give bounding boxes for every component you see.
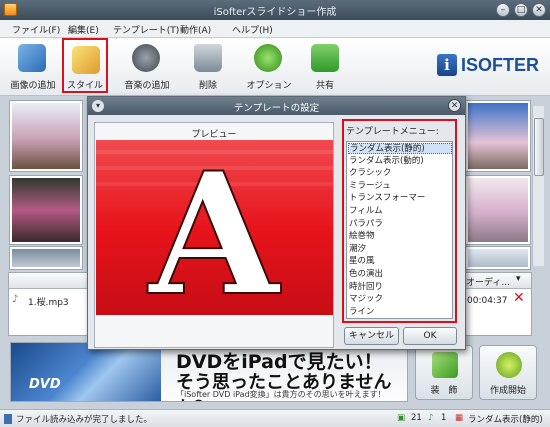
template-status-icon: ▦	[455, 413, 464, 423]
current-template: ランダム表示(静的)	[468, 415, 543, 425]
gear-icon	[254, 44, 282, 72]
preview-label: プレビュー	[191, 130, 237, 140]
preview-letter: A	[147, 140, 282, 315]
music-count-icon: ♪	[428, 413, 434, 423]
close-button[interactable]: ✕	[532, 3, 546, 17]
share-button[interactable]: 共有	[297, 38, 353, 94]
image-count-icon: ▣	[397, 413, 406, 423]
menu-edit[interactable]: 編集(E)	[68, 23, 99, 36]
title-bar: iSofterスライドショー作成 – □ ✕	[0, 0, 550, 20]
photo-thumbnail[interactable]	[466, 247, 530, 269]
template-item[interactable]: 時計回り	[348, 282, 452, 293]
minimize-button[interactable]: –	[496, 3, 510, 17]
scrollbar-thumb[interactable]	[534, 118, 544, 176]
template-item[interactable]: マジック	[348, 294, 452, 305]
style-label: スタイル	[66, 81, 103, 91]
delete-button[interactable]: 削除	[180, 38, 236, 94]
logo-mark: i	[437, 54, 457, 76]
template-item[interactable]: 星の風	[348, 256, 452, 267]
trash-icon	[194, 44, 222, 72]
options-button[interactable]: オプション	[240, 38, 298, 94]
ad-banner[interactable]: DVD DVDをiPadで見たい！ そう思ったことありませんか？ 「iSofte…	[10, 342, 408, 402]
share-label: 共有	[315, 81, 334, 91]
template-item[interactable]: 潮汐	[348, 244, 452, 255]
dialog-close-icon[interactable]: ✕	[448, 99, 461, 112]
photo-thumbnail[interactable]	[466, 101, 530, 171]
start-create-button[interactable]: 作成開始	[479, 345, 537, 400]
template-list[interactable]: ランダム表示(静的) ランダム表示(動的) クラシックミラージュ トランスフォーマーフ…	[346, 141, 453, 319]
status-message: ファイル読み込みが完了しました。	[16, 415, 153, 425]
start-icon	[496, 352, 522, 378]
photo-thumbnail[interactable]	[466, 176, 530, 244]
template-preview: A	[96, 140, 333, 315]
ok-button[interactable]: OK	[403, 327, 457, 345]
menu-help[interactable]: ヘルプ(H)	[232, 23, 273, 36]
template-menu-panel: テンプレートメニュー: ランダム表示(静的) ランダム表示(動的) クラシックミラー…	[342, 119, 457, 323]
style-icon	[72, 46, 100, 74]
add-music-label: 音楽の追加	[124, 81, 170, 91]
menu-template[interactable]: テンプレート(T)	[113, 23, 179, 36]
column-dropdown-icon[interactable]: ▾	[516, 274, 521, 284]
maximize-button[interactable]: □	[514, 3, 528, 17]
toolbar: 画像の追加 スタイル 音楽の追加 削除 オプション 共有 i ISOFTER	[0, 38, 550, 96]
music-count: 1	[441, 413, 447, 423]
photo-thumbnail[interactable]	[10, 101, 82, 171]
banner-line-3: 「iSofter DVD iPad変換」は貴方のその思いを叶えます！	[176, 390, 386, 399]
preview-graphic: A	[96, 140, 333, 315]
status-bar: ファイル読み込みが完了しました。 ▣ 21 ♪ 1 ▦ ランダム表示(静的)	[0, 409, 550, 427]
image-count: 21	[411, 413, 422, 423]
template-item[interactable]: 色の演出	[348, 269, 452, 280]
template-item[interactable]: 絵巻物	[348, 231, 452, 242]
start-label: 作成開始	[489, 386, 526, 396]
photo-thumbnail[interactable]	[10, 176, 82, 244]
menu-bar: ファイル(F) 編集(E) テンプレート(T) 動作(A) ヘルプ(H)	[0, 20, 550, 38]
dialog-title: テンプレートの設定	[233, 103, 320, 114]
menu-action[interactable]: 動作(A)	[180, 23, 211, 36]
music-file-name: 1.桜.mp3	[28, 298, 69, 308]
style-button[interactable]: スタイル	[62, 38, 108, 93]
decorate-button[interactable]: 装 飾	[415, 345, 473, 400]
template-item[interactable]: フィルム	[348, 206, 452, 217]
music-add-icon	[132, 44, 160, 72]
image-add-icon	[18, 44, 46, 72]
template-settings-dialog: ▾ テンプレートの設定 ✕ プレビュー A テンプレートメニュー: ランダム表示…	[87, 96, 466, 350]
remove-music-icon[interactable]: ✕	[513, 290, 525, 306]
preview-panel: プレビュー A	[94, 122, 334, 348]
template-item[interactable]: パラパラ	[348, 219, 452, 230]
template-item[interactable]: ランダム表示(静的)	[348, 143, 452, 154]
template-item[interactable]: ランダム表示(動的)	[348, 156, 452, 167]
status-icon	[4, 414, 12, 424]
options-label: オプション	[246, 81, 292, 91]
template-menu-label: テンプレートメニュー:	[346, 127, 439, 137]
cancel-button[interactable]: キャンセル	[344, 327, 399, 345]
decorate-label: 装 飾	[430, 386, 458, 396]
template-item[interactable]: ミラージュ	[348, 181, 452, 192]
audio-column-header[interactable]: オーディ...	[466, 275, 510, 288]
decorate-icon	[432, 352, 458, 378]
dvd-ipad-image: DVD	[11, 343, 161, 401]
thumbnail-scrollbar[interactable]	[532, 106, 544, 266]
music-row[interactable]: ♪ 1.桜.mp3	[12, 294, 92, 308]
dialog-title-bar: ▾ テンプレートの設定 ✕	[88, 97, 465, 115]
music-duration: 00:04:37	[467, 296, 508, 306]
dvd-text: DVD	[29, 377, 61, 392]
menu-file[interactable]: ファイル(F)	[12, 23, 60, 36]
delete-label: 削除	[198, 81, 217, 91]
add-image-label: 画像の追加	[10, 81, 56, 91]
template-item[interactable]: クラシック	[348, 168, 452, 179]
share-icon	[311, 44, 339, 72]
logo-text: ISOFTER	[461, 55, 540, 75]
add-image-button[interactable]: 画像の追加	[4, 38, 62, 94]
template-item[interactable]: ライン	[348, 307, 452, 318]
template-item[interactable]: トランスフォーマー	[348, 193, 452, 204]
window-title: iSofterスライドショー作成	[213, 7, 337, 18]
photo-thumbnail[interactable]	[10, 247, 82, 269]
music-note-icon: ♪	[12, 294, 19, 305]
isofter-logo: i ISOFTER	[437, 54, 545, 78]
add-music-button[interactable]: 音楽の追加	[118, 38, 176, 94]
